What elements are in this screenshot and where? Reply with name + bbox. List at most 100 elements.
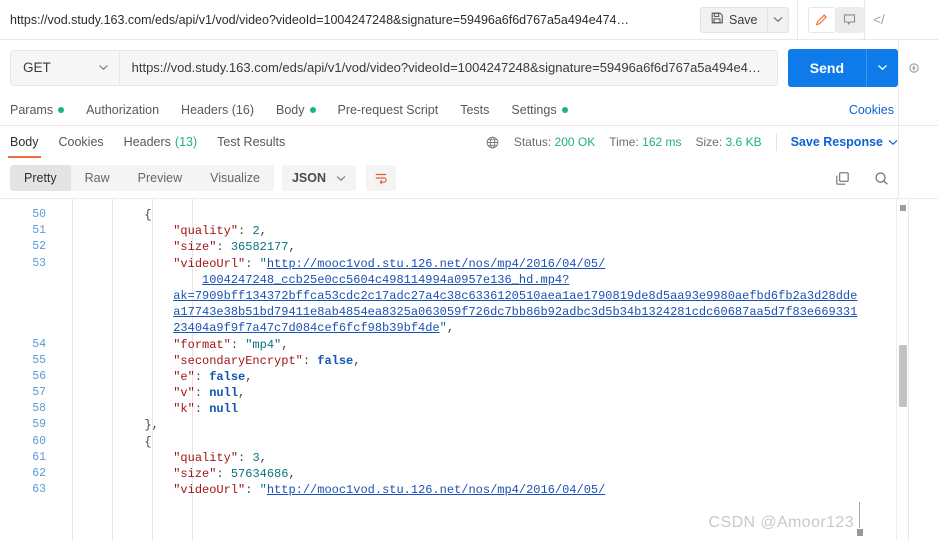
save-dropdown-button[interactable]	[766, 6, 789, 33]
tab-authorization-label: Authorization	[86, 103, 160, 117]
time-group: Time: 162 ms	[609, 135, 681, 149]
chevron-down-icon	[98, 65, 108, 70]
word-wrap-button[interactable]	[366, 165, 396, 191]
url-input[interactable]: https://vod.study.163.com/eds/api/v1/vod…	[118, 49, 778, 86]
code-line: 52 "size": 36582177,	[0, 239, 908, 255]
code-line-text: "videoUrl": "http://mooc1vod.stu.126.net…	[58, 482, 908, 498]
response-tab-headers[interactable]: Headers (13)	[124, 126, 197, 158]
cookies-link[interactable]: Cookies	[849, 103, 894, 117]
tab-params[interactable]: Params	[10, 103, 65, 117]
line-number: 63	[32, 483, 46, 497]
right-rail-body	[908, 199, 938, 540]
status-label: Status:	[513, 135, 552, 149]
code-link[interactable]: ak=7909bff134372bffca53cdc2c17adc27a4c38…	[173, 289, 857, 303]
tab-headers-label: Headers (16)	[181, 103, 254, 117]
code-token: false	[317, 353, 354, 368]
viewer-mode-segmented: Pretty Raw Preview Visualize	[10, 165, 274, 191]
code-line: 60 {	[0, 434, 908, 450]
code-vertical-scrollbar[interactable]	[896, 199, 908, 540]
meta-divider	[775, 133, 777, 151]
code-token: :	[238, 450, 253, 465]
response-tab-test-results[interactable]: Test Results	[217, 126, 285, 158]
tab-tests[interactable]: Tests	[460, 103, 489, 117]
response-tab-cookies[interactable]: Cookies	[59, 126, 104, 158]
url-input-value: https://vod.study.163.com/eds/api/v1/vod…	[131, 60, 765, 75]
code-link[interactable]: 23404a9f9f7a47c7d084cef6fcf98b39bf4de	[173, 321, 439, 335]
chevron-down-icon	[888, 139, 898, 145]
code-link[interactable]: a17743e38b51bd79411e8ab4854ea8325a063059…	[173, 305, 857, 319]
code-token: ,	[288, 467, 296, 481]
viewer-mode-preview[interactable]: Preview	[124, 165, 196, 191]
tab-settings[interactable]: Settings	[511, 103, 568, 117]
code-token: ,	[353, 353, 361, 368]
response-format-select[interactable]: JSON	[281, 165, 356, 191]
right-rail-response	[898, 126, 928, 158]
code-line-text: "secondaryEncrypt": false,	[58, 353, 908, 369]
viewer-mode-raw[interactable]: Raw	[71, 165, 124, 191]
code-line: 56 "e": false,	[0, 369, 908, 385]
editor-toggle-group	[796, 0, 864, 39]
response-tab-body[interactable]: Body	[8, 126, 40, 158]
tab-body[interactable]: Body	[276, 103, 316, 117]
search-icon	[875, 171, 888, 185]
tab-headers[interactable]: Headers (16)	[181, 103, 254, 117]
request-title[interactable]: https://vod.study.163.com/eds/api/v1/vod…	[0, 13, 700, 27]
copy-button[interactable]	[834, 170, 851, 187]
scrollbar-marker	[900, 205, 906, 211]
line-number: 55	[32, 353, 46, 367]
chevron-down-icon	[878, 65, 887, 71]
viewer-mode-pretty[interactable]: Pretty	[10, 165, 71, 191]
code-token: },	[58, 418, 159, 433]
code-link[interactable]: http://mooc1vod.stu.126.net/nos/mp4/2016…	[267, 257, 605, 271]
line-number: 58	[32, 402, 46, 416]
save-button[interactable]: Save	[700, 6, 767, 33]
right-rail-url[interactable]	[898, 40, 928, 95]
line-number: 52	[32, 240, 46, 254]
tab-pre-request-script[interactable]: Pre-request Script	[338, 103, 439, 117]
send-button[interactable]: Send	[787, 48, 866, 87]
tab-body-label: Body	[276, 103, 305, 117]
code-line: 55 "secondaryEncrypt": false,	[0, 353, 908, 369]
comment-button[interactable]	[835, 6, 864, 33]
json-code-viewer[interactable]: 50 {51 "quality": 2, 52 "size": 36582177,…	[0, 199, 908, 540]
copy-icon	[836, 171, 849, 185]
code-line-text: 23404a9f9f7a47c7d084cef6fcf98b39bf4de",	[58, 320, 908, 336]
edit-mode-button[interactable]	[807, 6, 836, 33]
status-group: Status: 200 OK	[514, 135, 595, 149]
code-token: :	[194, 369, 210, 384]
scrollbar-thumb[interactable]	[899, 345, 907, 407]
tab-authorization[interactable]: Authorization	[86, 103, 159, 117]
code-snippet-rail-top[interactable]: </	[863, 0, 894, 39]
code-token: false	[209, 369, 246, 384]
code-token: null	[209, 386, 239, 401]
http-method-select[interactable]: GET	[10, 49, 119, 86]
save-response-button[interactable]: Save Response	[791, 135, 898, 149]
viewer-mode-visualize[interactable]: Visualize	[196, 165, 274, 191]
search-button[interactable]	[873, 170, 890, 187]
tab-params-dot	[58, 107, 65, 113]
line-number: 51	[32, 224, 46, 238]
response-tab-body-label: Body	[10, 135, 39, 149]
line-number: 62	[32, 467, 46, 480]
right-rail-tabs	[898, 94, 928, 126]
send-dropdown-button[interactable]	[866, 48, 898, 87]
code-link[interactable]: 1004247248_ccb25e0cc5604c498114994a0957e…	[202, 273, 569, 287]
top-bar: https://vod.study.163.com/eds/api/v1/vod…	[0, 0, 938, 40]
code-link[interactable]: http://mooc1vod.stu.126.net/nos/mp4/2016…	[267, 483, 605, 497]
code-token: ,	[259, 450, 267, 465]
request-tabs: Params Authorization Headers (16) Body P…	[0, 94, 938, 126]
code-token: ,	[446, 321, 455, 336]
tab-body-dot	[309, 107, 316, 113]
code-token: "quality"	[173, 224, 239, 239]
response-tab-cookies-label: Cookies	[58, 135, 104, 149]
response-format-value: JSON	[291, 171, 326, 185]
